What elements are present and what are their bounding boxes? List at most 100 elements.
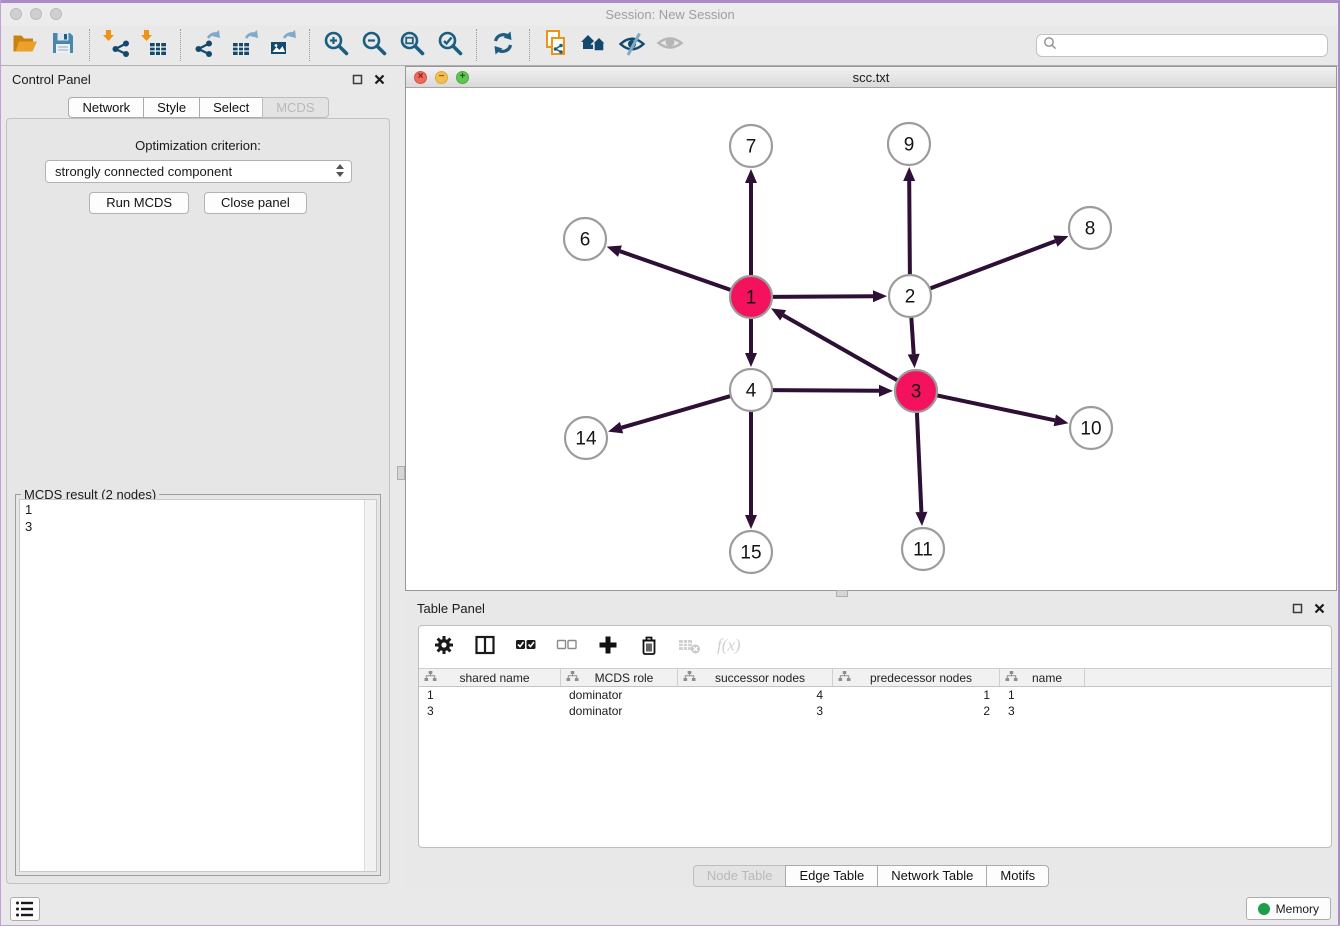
- mcds-result-list[interactable]: 1 3: [19, 499, 377, 872]
- export-image-button[interactable]: [264, 28, 302, 62]
- network-zoom-button[interactable]: +: [456, 71, 469, 84]
- vertical-splitter-handle[interactable]: [397, 466, 405, 480]
- float-panel-icon[interactable]: [349, 72, 365, 88]
- column-header-successor-nodes[interactable]: successor nodes: [678, 669, 833, 686]
- network-close-button[interactable]: ×: [414, 71, 427, 84]
- graph-edge-4-3[interactable]: [772, 385, 893, 397]
- deselect-all-columns-button[interactable]: [554, 634, 580, 660]
- delete-table-button[interactable]: [677, 634, 703, 660]
- delete-columns-button[interactable]: [636, 634, 662, 660]
- clone-network-button[interactable]: [537, 28, 575, 62]
- horizontal-splitter-handle[interactable]: [836, 590, 848, 597]
- task-history-button[interactable]: [10, 897, 40, 921]
- graph-edge-1-6[interactable]: [607, 246, 732, 291]
- table-tab-network-table[interactable]: Network Table: [877, 865, 987, 887]
- control-tab-network[interactable]: Network: [68, 97, 144, 118]
- table-cell[interactable]: dominator: [561, 704, 678, 718]
- graph-node-6[interactable]: 6: [564, 218, 606, 260]
- graph-edge-3-10[interactable]: [937, 395, 1069, 426]
- graph-edge-1-4[interactable]: [745, 318, 757, 367]
- table-tab-edge-table[interactable]: Edge Table: [785, 865, 878, 887]
- hide-details-button[interactable]: [613, 28, 651, 62]
- graph-edge-4-15[interactable]: [745, 411, 757, 529]
- search-input[interactable]: [1057, 38, 1327, 53]
- export-table-button[interactable]: [226, 28, 264, 62]
- node-table: f(x) shared nameMCDS rolesuccessor nodes…: [418, 625, 1332, 848]
- table-settings-button[interactable]: [431, 634, 457, 660]
- column-header-MCDS-role[interactable]: MCDS role: [561, 669, 678, 686]
- zoom-fit-button[interactable]: [393, 28, 431, 62]
- create-column-button[interactable]: [595, 634, 621, 660]
- graph-node-8[interactable]: 8: [1069, 207, 1111, 249]
- table-tab-node-table[interactable]: Node Table: [693, 865, 787, 887]
- graph-node-2[interactable]: 2: [889, 275, 931, 317]
- graph-node-1[interactable]: 1: [730, 276, 772, 318]
- zoom-selected-button[interactable]: [431, 28, 469, 62]
- toolbar-separator: [89, 29, 90, 61]
- column-header-shared-name[interactable]: shared name: [419, 669, 561, 686]
- graph-node-3[interactable]: 3: [895, 370, 937, 412]
- close-table-panel-icon[interactable]: [1311, 601, 1327, 617]
- graph-edge-1-2[interactable]: [772, 290, 887, 302]
- graph-node-10[interactable]: 10: [1070, 407, 1112, 449]
- graph-edge-2-8[interactable]: [930, 236, 1069, 289]
- memory-button[interactable]: Memory: [1246, 897, 1331, 920]
- import-network-button[interactable]: [97, 28, 135, 62]
- function-builder-button[interactable]: f(x): [718, 634, 744, 660]
- graph-edge-2-3[interactable]: [908, 317, 920, 368]
- show-details-button[interactable]: [651, 28, 689, 62]
- select-all-columns-button[interactable]: [513, 634, 539, 660]
- graph-node-15[interactable]: 15: [730, 531, 772, 573]
- table-cell[interactable]: 1: [833, 688, 1000, 702]
- graph-node-14[interactable]: 14: [565, 417, 607, 459]
- column-header-predecessor-nodes[interactable]: predecessor nodes: [833, 669, 1000, 686]
- table-cell[interactable]: 4: [678, 688, 833, 702]
- mcds-result-text: 1 3: [20, 500, 376, 536]
- zoom-in-button[interactable]: [317, 28, 355, 62]
- table-cell[interactable]: 1: [1000, 688, 1085, 702]
- graph-edge-4-14[interactable]: [608, 396, 731, 434]
- float-table-panel-icon[interactable]: [1289, 601, 1305, 617]
- export-network-button[interactable]: [188, 28, 226, 62]
- search-field[interactable]: [1036, 34, 1328, 57]
- open-file-button[interactable]: [6, 28, 44, 62]
- graph-node-7[interactable]: 7: [730, 125, 772, 167]
- graph-edge-3-1[interactable]: [771, 308, 898, 380]
- show-columns-button[interactable]: [472, 634, 498, 660]
- first-neighbors-button[interactable]: [575, 28, 613, 62]
- table-row[interactable]: 1dominator411: [419, 687, 1331, 703]
- control-tab-mcds[interactable]: MCDS: [262, 97, 328, 118]
- save-session-button[interactable]: [44, 28, 82, 62]
- zoom-out-button[interactable]: [355, 28, 393, 62]
- import-table-button[interactable]: [135, 28, 173, 62]
- folder-open-icon: [11, 29, 39, 62]
- criterion-dropdown[interactable]: strongly connected component: [45, 160, 352, 183]
- table-cell[interactable]: 2: [833, 704, 1000, 718]
- result-scrollbar[interactable]: [364, 500, 376, 871]
- graph-edge-3-11[interactable]: [915, 412, 927, 526]
- table-cell[interactable]: 3: [678, 704, 833, 718]
- table-cell[interactable]: dominator: [561, 688, 678, 702]
- apply-layout-button[interactable]: [484, 28, 522, 62]
- network-minimize-button[interactable]: −: [435, 71, 448, 84]
- close-panel-button[interactable]: Close panel: [204, 192, 307, 214]
- toolbar-separator: [529, 29, 530, 61]
- table-cell[interactable]: 3: [419, 704, 561, 718]
- control-tab-select[interactable]: Select: [199, 97, 263, 118]
- close-panel-icon[interactable]: [371, 72, 387, 88]
- table-cell[interactable]: 3: [1000, 704, 1085, 718]
- table-tab-motifs[interactable]: Motifs: [986, 865, 1049, 887]
- export-table-icon: [231, 29, 259, 62]
- table-cell[interactable]: 1: [419, 688, 561, 702]
- graph-node-11[interactable]: 11: [902, 528, 944, 570]
- graph-edge-2-9[interactable]: [903, 167, 915, 275]
- graph-node-4[interactable]: 4: [730, 369, 772, 411]
- graph-edge-1-7[interactable]: [745, 169, 757, 276]
- graph-node-9[interactable]: 9: [888, 123, 930, 165]
- network-canvas-svg: 7 9 6 8 1 2 4 3 14 10 15 11: [406, 88, 1336, 590]
- run-mcds-button[interactable]: Run MCDS: [89, 192, 189, 214]
- column-header-name[interactable]: name: [1000, 669, 1085, 686]
- control-tab-style[interactable]: Style: [143, 97, 200, 118]
- network-canvas[interactable]: 7 9 6 8 1 2 4 3 14 10 15 11: [406, 88, 1336, 590]
- table-row[interactable]: 3dominator323: [419, 703, 1331, 719]
